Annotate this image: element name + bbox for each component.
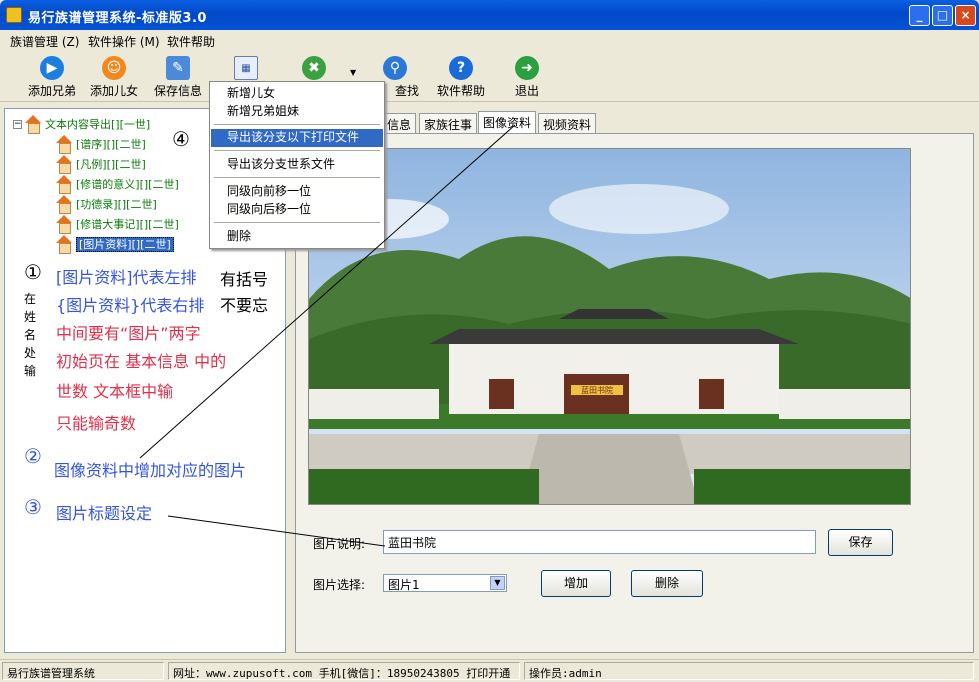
status-operator: 操作员:admin [524,662,974,680]
status-bar: 易行族谱管理系统 网址：www.zupusoft.com 手机[微信]：1895… [0,659,979,682]
annotation-lines [139,124,516,547]
status-app: 易行族谱管理系统 [2,662,164,680]
pointer-line [167,515,386,547]
pointer-line [139,124,516,459]
status-info: 网址：www.zupusoft.com 手机[微信]：18950243805 打… [168,662,520,680]
